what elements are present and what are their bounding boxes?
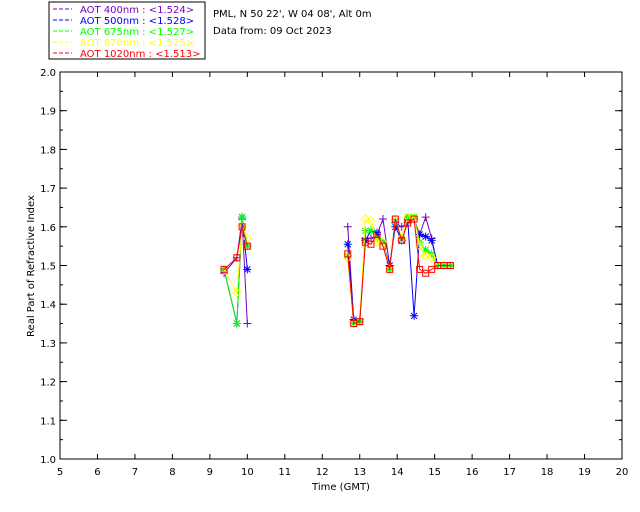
x-tick-label: 14	[391, 467, 404, 478]
series-2	[220, 213, 455, 328]
data-point	[421, 232, 430, 241]
y-tick-label: 1.1	[40, 416, 56, 427]
x-tick-label: 10	[241, 467, 254, 478]
data-point	[378, 215, 387, 224]
series-3	[219, 212, 456, 329]
legend-entry: AOT 400nm : <1.524>	[80, 5, 194, 16]
axes: 5 6 7 8 9 10 11 12 13 14 15 16 17 18 19 20 1.0 1.1 1.2 1.3 1…	[40, 68, 628, 478]
x-tick-label: 11	[278, 467, 291, 478]
legend-entry: AOT 500nm : <1.528>	[80, 16, 194, 27]
legend-entry: AOT 870nm : <1.525>	[80, 38, 194, 49]
refractive-index-chart: AOT 400nm : <1.524>AOT 500nm : <1.528>AO…	[26, 1, 628, 493]
y-tick-label: 1.6	[40, 223, 56, 234]
data-point	[238, 213, 247, 222]
y-tick-label: 1.2	[40, 378, 56, 389]
x-tick-label: 17	[503, 467, 516, 478]
data-point	[343, 222, 352, 231]
data-point	[243, 319, 252, 328]
x-tick-label: 20	[616, 467, 629, 478]
x-axis-title: Time (GMT)	[311, 482, 370, 493]
data-point	[410, 311, 419, 320]
y-tick-label: 1.9	[40, 107, 56, 118]
y-tick-label: 1.5	[40, 262, 56, 273]
x-tick-label: 12	[316, 467, 329, 478]
y-tick-label: 1.8	[40, 145, 56, 156]
y-tick-label: 1.0	[40, 455, 56, 466]
y-axis-title: Real Part of Refractive Index	[26, 195, 37, 337]
series-0	[220, 213, 455, 328]
plot-frame	[59, 71, 623, 460]
x-tick-label: 19	[578, 467, 591, 478]
data-point	[232, 319, 241, 328]
x-tick-label: 9	[207, 467, 213, 478]
y-tick-label: 2.0	[40, 68, 56, 79]
legend: AOT 400nm : <1.524>AOT 500nm : <1.528>AO…	[53, 5, 200, 60]
y-tick-label: 1.3	[40, 339, 56, 350]
series-1	[220, 213, 455, 328]
y-tick-label: 1.7	[40, 184, 56, 195]
legend-entry: AOT 675nm : <1.527>	[80, 27, 194, 38]
x-tick-label: 6	[94, 467, 100, 478]
series-group	[219, 212, 456, 329]
x-tick-label: 16	[466, 467, 479, 478]
data-point	[427, 236, 436, 245]
x-tick-label: 13	[353, 467, 366, 478]
x-tick-label: 5	[57, 467, 63, 478]
date-label: Data from: 09 Oct 2023	[213, 26, 332, 37]
location-label: PML, N 50 22', W 04 08', Alt 0m	[213, 9, 372, 20]
x-tick-label: 18	[541, 467, 554, 478]
legend-entry: AOT 1020nm : <1.513>	[80, 49, 200, 60]
x-tick-label: 7	[132, 467, 138, 478]
y-tick-label: 1.4	[40, 300, 56, 311]
x-tick-label: 8	[169, 467, 175, 478]
data-point	[421, 213, 430, 222]
data-point	[243, 265, 252, 274]
x-tick-label: 15	[428, 467, 441, 478]
data-point	[343, 240, 352, 249]
